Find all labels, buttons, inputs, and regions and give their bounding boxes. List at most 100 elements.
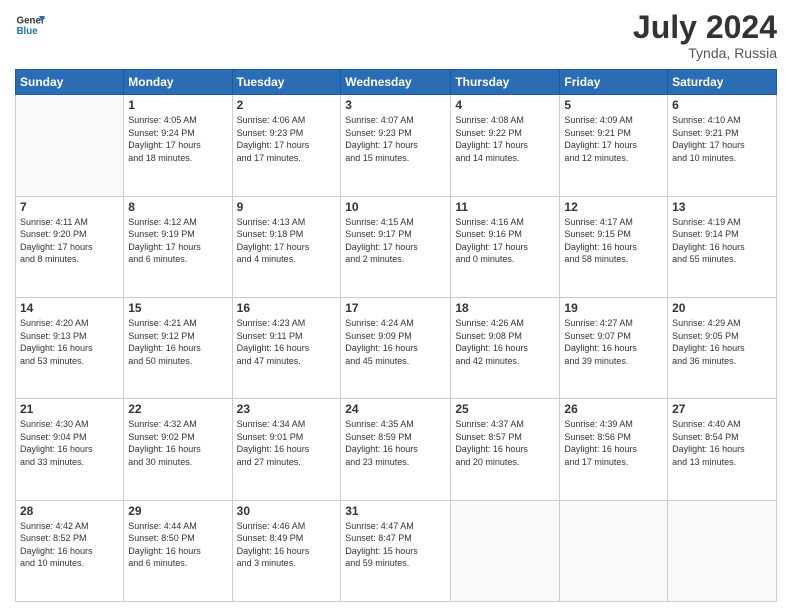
day-info: Sunrise: 4:17 AMSunset: 9:15 PMDaylight:… bbox=[564, 216, 663, 266]
table-cell: 3 Sunrise: 4:07 AMSunset: 9:23 PMDaylight… bbox=[341, 95, 451, 196]
day-number: 26 bbox=[564, 402, 663, 416]
day-info: Sunrise: 4:11 AMSunset: 9:20 PMDaylight:… bbox=[20, 216, 119, 266]
day-info: Sunrise: 4:39 AMSunset: 8:56 PMDaylight:… bbox=[564, 418, 663, 468]
table-cell: 31 Sunrise: 4:47 AMSunset: 8:47 PMDayligh… bbox=[341, 500, 451, 601]
col-monday: Monday bbox=[124, 70, 232, 95]
table-cell: 2 Sunrise: 4:06 AMSunset: 9:23 PMDaylight… bbox=[232, 95, 341, 196]
day-info: Sunrise: 4:05 AMSunset: 9:24 PMDaylight:… bbox=[128, 114, 227, 164]
day-info: Sunrise: 4:26 AMSunset: 9:08 PMDaylight:… bbox=[455, 317, 555, 367]
day-info: Sunrise: 4:35 AMSunset: 8:59 PMDaylight:… bbox=[345, 418, 446, 468]
day-info: Sunrise: 4:47 AMSunset: 8:47 PMDaylight:… bbox=[345, 520, 446, 570]
table-cell: 18 Sunrise: 4:26 AMSunset: 9:08 PMDayligh… bbox=[451, 297, 560, 398]
table-cell: 11Sunrise: 4:16 AMSunset: 9:16 PMDayligh… bbox=[451, 196, 560, 297]
table-cell: 24 Sunrise: 4:35 AMSunset: 8:59 PMDayligh… bbox=[341, 399, 451, 500]
logo: General Blue bbox=[15, 10, 45, 40]
day-number: 6 bbox=[672, 98, 772, 112]
table-cell bbox=[451, 500, 560, 601]
day-info: Sunrise: 4:08 AMSunset: 9:22 PMDaylight:… bbox=[455, 114, 555, 164]
day-number: 31 bbox=[345, 504, 446, 518]
col-tuesday: Tuesday bbox=[232, 70, 341, 95]
day-info: Sunrise: 4:29 AMSunset: 9:05 PMDaylight:… bbox=[672, 317, 772, 367]
day-number: 21 bbox=[20, 402, 119, 416]
day-number: 7 bbox=[20, 200, 119, 214]
day-info: Sunrise: 4:23 AMSunset: 9:11 PMDaylight:… bbox=[237, 317, 337, 367]
col-saturday: Saturday bbox=[668, 70, 777, 95]
day-number: 28 bbox=[20, 504, 119, 518]
day-number: 8 bbox=[128, 200, 227, 214]
table-cell bbox=[668, 500, 777, 601]
table-cell: 28 Sunrise: 4:42 AMSunset: 8:52 PMDayligh… bbox=[16, 500, 124, 601]
logo-icon: General Blue bbox=[15, 10, 45, 40]
day-info: Sunrise: 4:09 AMSunset: 9:21 PMDaylight:… bbox=[564, 114, 663, 164]
day-info: Sunrise: 4:12 AMSunset: 9:19 PMDaylight:… bbox=[128, 216, 227, 266]
day-info: Sunrise: 4:06 AMSunset: 9:23 PMDaylight:… bbox=[237, 114, 337, 164]
day-info: Sunrise: 4:42 AMSunset: 8:52 PMDaylight:… bbox=[20, 520, 119, 570]
day-info: Sunrise: 4:40 AMSunset: 8:54 PMDaylight:… bbox=[672, 418, 772, 468]
svg-text:Blue: Blue bbox=[17, 26, 39, 37]
table-cell: 23Sunrise: 4:34 AMSunset: 9:01 PMDayligh… bbox=[232, 399, 341, 500]
day-number: 3 bbox=[345, 98, 446, 112]
table-cell bbox=[16, 95, 124, 196]
day-number: 18 bbox=[455, 301, 555, 315]
table-cell: 1 Sunrise: 4:05 AMSunset: 9:24 PMDaylight… bbox=[124, 95, 232, 196]
calendar-table: Sunday Monday Tuesday Wednesday Thursday… bbox=[15, 69, 777, 602]
table-cell: 12 Sunrise: 4:17 AMSunset: 9:15 PMDayligh… bbox=[560, 196, 668, 297]
day-number: 2 bbox=[237, 98, 337, 112]
day-info: Sunrise: 4:07 AMSunset: 9:23 PMDaylight:… bbox=[345, 114, 446, 164]
day-number: 19 bbox=[564, 301, 663, 315]
day-info: Sunrise: 4:16 AMSunset: 9:16 PMDaylight:… bbox=[455, 216, 555, 266]
table-cell: 15Sunrise: 4:21 AMSunset: 9:12 PMDayligh… bbox=[124, 297, 232, 398]
subtitle: Tynda, Russia bbox=[633, 45, 777, 61]
day-info: Sunrise: 4:21 AMSunset: 9:12 PMDaylight:… bbox=[128, 317, 227, 367]
table-cell: 22 Sunrise: 4:32 AMSunset: 9:02 PMDayligh… bbox=[124, 399, 232, 500]
table-cell: 26 Sunrise: 4:39 AMSunset: 8:56 PMDayligh… bbox=[560, 399, 668, 500]
calendar-week-row: 14Sunrise: 4:20 AMSunset: 9:13 PMDayligh… bbox=[16, 297, 777, 398]
day-number: 9 bbox=[237, 200, 337, 214]
day-number: 29 bbox=[128, 504, 227, 518]
month-title: July 2024 bbox=[633, 10, 777, 45]
day-number: 13 bbox=[672, 200, 772, 214]
day-number: 10 bbox=[345, 200, 446, 214]
title-block: July 2024 Tynda, Russia bbox=[633, 10, 777, 61]
day-info: Sunrise: 4:20 AMSunset: 9:13 PMDaylight:… bbox=[20, 317, 119, 367]
day-info: Sunrise: 4:27 AMSunset: 9:07 PMDaylight:… bbox=[564, 317, 663, 367]
table-cell: 17 Sunrise: 4:24 AMSunset: 9:09 PMDayligh… bbox=[341, 297, 451, 398]
table-cell: 9 Sunrise: 4:13 AMSunset: 9:18 PMDaylight… bbox=[232, 196, 341, 297]
table-cell: 29Sunrise: 4:44 AMSunset: 8:50 PMDayligh… bbox=[124, 500, 232, 601]
header-row: Sunday Monday Tuesday Wednesday Thursday… bbox=[16, 70, 777, 95]
table-cell: 6 Sunrise: 4:10 AMSunset: 9:21 PMDaylight… bbox=[668, 95, 777, 196]
day-info: Sunrise: 4:34 AMSunset: 9:01 PMDaylight:… bbox=[237, 418, 337, 468]
day-info: Sunrise: 4:10 AMSunset: 9:21 PMDaylight:… bbox=[672, 114, 772, 164]
day-info: Sunrise: 4:30 AMSunset: 9:04 PMDaylight:… bbox=[20, 418, 119, 468]
day-info: Sunrise: 4:13 AMSunset: 9:18 PMDaylight:… bbox=[237, 216, 337, 266]
calendar-week-row: 28 Sunrise: 4:42 AMSunset: 8:52 PMDayligh… bbox=[16, 500, 777, 601]
day-info: Sunrise: 4:15 AMSunset: 9:17 PMDaylight:… bbox=[345, 216, 446, 266]
table-cell: 30Sunrise: 4:46 AMSunset: 8:49 PMDayligh… bbox=[232, 500, 341, 601]
day-number: 30 bbox=[237, 504, 337, 518]
day-number: 24 bbox=[345, 402, 446, 416]
table-cell: 27Sunrise: 4:40 AMSunset: 8:54 PMDayligh… bbox=[668, 399, 777, 500]
header: General Blue July 2024 Tynda, Russia bbox=[15, 10, 777, 61]
day-number: 17 bbox=[345, 301, 446, 315]
table-cell: 19 Sunrise: 4:27 AMSunset: 9:07 PMDayligh… bbox=[560, 297, 668, 398]
day-info: Sunrise: 4:32 AMSunset: 9:02 PMDaylight:… bbox=[128, 418, 227, 468]
day-number: 4 bbox=[455, 98, 555, 112]
table-cell: 4 Sunrise: 4:08 AMSunset: 9:22 PMDaylight… bbox=[451, 95, 560, 196]
day-info: Sunrise: 4:24 AMSunset: 9:09 PMDaylight:… bbox=[345, 317, 446, 367]
table-cell: 10 Sunrise: 4:15 AMSunset: 9:17 PMDayligh… bbox=[341, 196, 451, 297]
col-friday: Friday bbox=[560, 70, 668, 95]
table-cell bbox=[560, 500, 668, 601]
table-cell: 8 Sunrise: 4:12 AMSunset: 9:19 PMDaylight… bbox=[124, 196, 232, 297]
day-number: 1 bbox=[128, 98, 227, 112]
calendar-week-row: 1 Sunrise: 4:05 AMSunset: 9:24 PMDaylight… bbox=[16, 95, 777, 196]
day-info: Sunrise: 4:19 AMSunset: 9:14 PMDaylight:… bbox=[672, 216, 772, 266]
col-sunday: Sunday bbox=[16, 70, 124, 95]
table-cell: 7 Sunrise: 4:11 AMSunset: 9:20 PMDaylight… bbox=[16, 196, 124, 297]
day-number: 12 bbox=[564, 200, 663, 214]
table-cell: 20Sunrise: 4:29 AMSunset: 9:05 PMDayligh… bbox=[668, 297, 777, 398]
day-number: 22 bbox=[128, 402, 227, 416]
table-cell: 14Sunrise: 4:20 AMSunset: 9:13 PMDayligh… bbox=[16, 297, 124, 398]
table-cell: 5Sunrise: 4:09 AMSunset: 9:21 PMDaylight… bbox=[560, 95, 668, 196]
table-cell: 25Sunrise: 4:37 AMSunset: 8:57 PMDayligh… bbox=[451, 399, 560, 500]
day-info: Sunrise: 4:37 AMSunset: 8:57 PMDaylight:… bbox=[455, 418, 555, 468]
